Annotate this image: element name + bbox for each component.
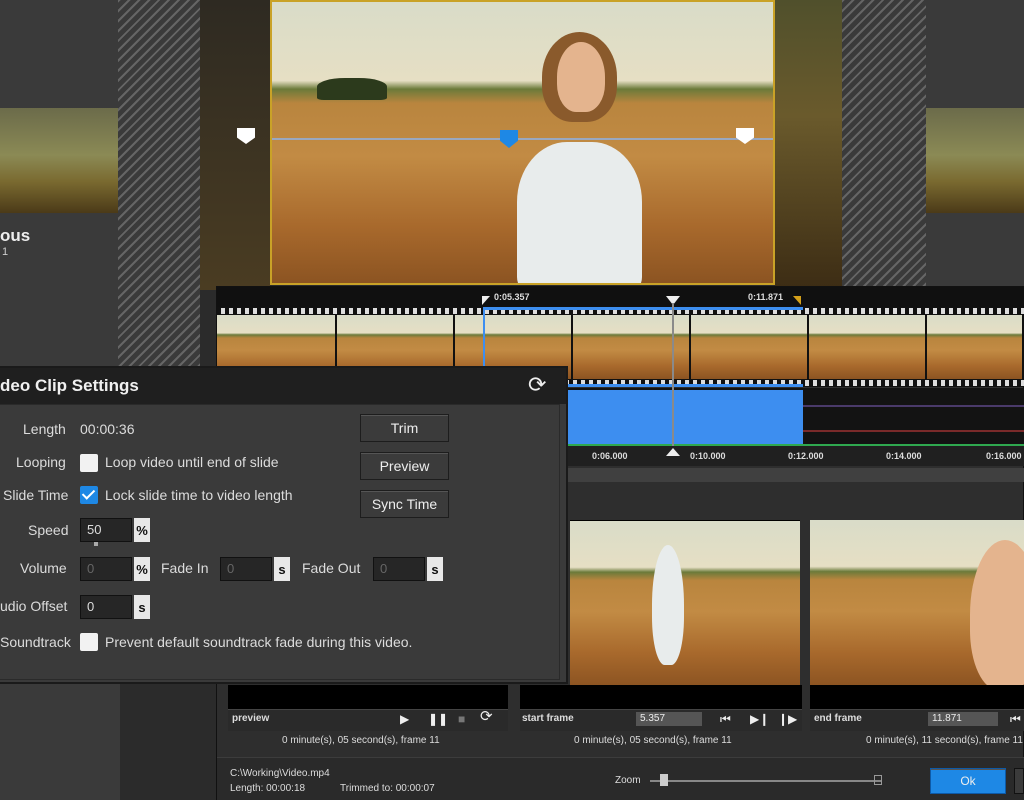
sync-time-button[interactable]: Sync Time — [360, 490, 449, 518]
start-last-icon[interactable]: ❙▶ — [778, 713, 797, 725]
ruler-tick-5: 0:16.000 — [986, 451, 1022, 461]
motion-path-line — [272, 138, 773, 140]
film-frame-6 — [809, 315, 927, 379]
left-slide-title: ous — [0, 226, 31, 245]
play-icon[interactable]: ▶ — [400, 713, 409, 725]
fade-out-unit: s — [427, 557, 443, 581]
speed-slider-mark[interactable] — [94, 542, 98, 546]
selected-range-track[interactable] — [560, 390, 803, 444]
soundtrack-checkbox[interactable] — [80, 633, 98, 651]
soundtrack-label: Soundtrack — [0, 634, 71, 650]
start-frame-subject — [652, 545, 684, 665]
end-frame-status: 0 minute(s), 11 second(s), frame 11 — [866, 735, 1023, 746]
end-frame-image — [810, 520, 1024, 690]
end-go-first-icon[interactable]: ⏮ — [1010, 713, 1021, 725]
ruler-tick-4: 0:14.000 — [886, 451, 922, 461]
hatched-strip-left — [118, 0, 200, 370]
zoom-slider-end — [874, 775, 882, 785]
zoom-slider-track[interactable] — [650, 780, 882, 782]
looping-text: Loop video until end of slide — [105, 454, 279, 470]
tree-cluster — [317, 78, 387, 100]
length-value: 00:00:36 — [80, 421, 135, 437]
dark-strip-right — [775, 0, 845, 290]
cancel-button-edge[interactable] — [1014, 768, 1024, 794]
preview-pane-image — [228, 685, 508, 709]
timeline-header — [217, 287, 1024, 307]
soundtrack-text: Prevent default soundtrack fade during t… — [105, 634, 413, 650]
fade-in-label: Fade In — [161, 560, 209, 576]
subject-face — [557, 42, 605, 112]
volume-unit: % — [134, 557, 150, 581]
looping-label: Looping — [16, 454, 66, 470]
ruler-tick-3: 0:12.000 — [788, 451, 824, 461]
end-frame-field[interactable]: 11.871 — [928, 712, 998, 726]
main-slide-preview[interactable] — [270, 0, 775, 285]
fade-in-field[interactable]: 0 — [220, 557, 272, 581]
zoom-label: Zoom — [615, 775, 641, 786]
playhead-line — [672, 303, 674, 453]
stop-icon[interactable]: ■ — [458, 713, 465, 725]
pause-icon[interactable]: ❚❚ — [428, 713, 448, 725]
ok-button[interactable]: Ok — [930, 768, 1006, 794]
volume-field[interactable]: 0 — [80, 557, 132, 581]
file-trimmed: Trimmed to: 00:00:07 — [340, 783, 435, 794]
preview-status: 0 minute(s), 05 second(s), frame 11 — [282, 735, 440, 746]
length-label: Length — [23, 421, 66, 437]
left-slide-subtitle: 1 — [2, 246, 9, 258]
end-frame-label: end frame — [814, 713, 862, 724]
hatched-strip-right — [842, 0, 926, 290]
start-frame-label: start frame — [522, 713, 574, 724]
slide-time-checkbox[interactable] — [80, 486, 98, 504]
keyframe-2-marker[interactable] — [500, 130, 518, 148]
trim-button[interactable]: Trim — [360, 414, 449, 442]
slide-time-label: Slide Time — [3, 487, 69, 503]
fade-out-field[interactable]: 0 — [373, 557, 425, 581]
file-path: C:\Working\Video.mp4 — [230, 768, 330, 779]
preview-label: preview — [232, 713, 270, 724]
track-line-red — [803, 430, 1024, 432]
timeline-scrollbar[interactable] — [560, 468, 1024, 482]
ruler-tick-2: 0:10.000 — [690, 451, 726, 461]
dark-strip-left — [200, 0, 270, 290]
ruler-tick-1: 0:06.000 — [592, 451, 628, 461]
keyframe-3-marker[interactable] — [736, 128, 754, 144]
start-frame-field[interactable]: 5.357 — [636, 712, 702, 726]
file-length: Length: 00:00:18 — [230, 783, 306, 794]
start-pane-footer-black — [520, 685, 802, 709]
loop-icon[interactable]: ⟳ — [480, 709, 493, 724]
start-next-frame-icon[interactable]: ▶❙ — [750, 713, 769, 725]
end-frame-subject — [970, 540, 1024, 690]
film-frame-7 — [927, 315, 1024, 379]
screenshot-canvas: ous 1 0:05.357 0:11.871 0:06.000 0:10.00… — [0, 0, 1024, 800]
end-pane-footer-black — [810, 685, 1024, 709]
preview-button[interactable]: Preview — [360, 452, 449, 480]
audio-offset-unit: s — [134, 595, 150, 619]
left-slide-thumbnail — [0, 108, 120, 213]
fade-out-label: Fade Out — [302, 560, 361, 576]
subject-dress — [517, 142, 642, 283]
volume-label: Volume — [20, 560, 67, 576]
looping-checkbox[interactable] — [80, 454, 98, 472]
speed-field[interactable]: 50 — [80, 518, 132, 542]
zoom-slider-thumb[interactable] — [660, 774, 668, 786]
track-line-purple — [803, 405, 1024, 407]
audio-offset-label: udio Offset — [0, 598, 68, 614]
dialog-title: deo Clip Settings — [0, 376, 139, 395]
preview-controls — [228, 709, 508, 731]
right-slide-thumbnail — [926, 108, 1024, 213]
start-go-first-icon[interactable]: ⏮ — [720, 713, 731, 725]
start-frame-status: 0 minute(s), 05 second(s), frame 11 — [574, 735, 732, 746]
fade-in-unit: s — [274, 557, 290, 581]
reset-icon[interactable]: ⟳ — [528, 372, 546, 398]
slide-time-text: Lock slide time to video length — [105, 487, 293, 503]
start-marker-time: 0:05.357 — [494, 292, 530, 302]
speed-unit: % — [134, 518, 150, 542]
end-marker-time: 0:11.871 — [748, 292, 784, 302]
audio-offset-field[interactable]: 0 — [80, 595, 132, 619]
start-frame-image — [570, 520, 800, 686]
speed-label: Speed — [28, 522, 69, 538]
